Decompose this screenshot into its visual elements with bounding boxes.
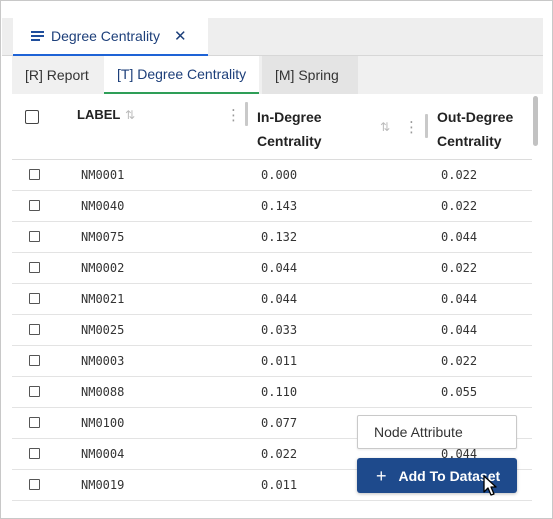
document-tab[interactable]: Degree Centrality ✕ [13,18,208,56]
tab-spring[interactable]: [M] Spring [262,56,358,94]
cell-in-degree: 0.033 [261,323,298,337]
cell-in-degree: 0.143 [261,199,298,213]
cell-label: NM0002 [81,261,125,275]
table-row[interactable]: NM0040 0.143 0.022 [12,191,532,222]
select-all-checkbox[interactable] [25,110,39,124]
in-degree-header-line2: Centrality [257,133,322,149]
close-icon[interactable]: ✕ [174,27,187,45]
cell-in-degree: 0.000 [261,168,298,182]
table-row[interactable]: NM0002 0.044 0.022 [12,253,532,284]
row-checkbox[interactable] [29,262,40,273]
cell-in-degree: 0.077 [261,416,298,430]
sort-arrows-icon[interactable]: ⇅ [125,108,135,122]
cell-in-degree: 0.022 [261,447,298,461]
cell-label: NM0075 [81,230,125,244]
row-checkbox[interactable] [29,231,40,242]
cell-label: NM0004 [81,447,125,461]
node-attribute-button[interactable]: Node Attribute [357,415,517,449]
cell-in-degree: 0.011 [261,354,298,368]
column-header-out-degree[interactable]: Out-Degree Centrality [437,105,513,153]
cell-in-degree: 0.011 [261,478,298,492]
cell-in-degree: 0.110 [261,385,298,399]
column-header-label[interactable]: LABEL [77,107,120,122]
cell-label: NM0040 [81,199,125,213]
out-degree-header-line2: Centrality [437,133,502,149]
table-row[interactable]: NM0003 0.011 0.022 [12,346,532,377]
row-checkbox[interactable] [29,293,40,304]
in-degree-header-line1: In-Degree [257,109,322,125]
cell-out-degree: 0.044 [441,323,478,337]
table-row[interactable]: NM0021 0.044 0.044 [12,284,532,315]
tab-report[interactable]: [R] Report [12,56,102,94]
row-checkbox[interactable] [29,386,40,397]
document-tab-title: Degree Centrality [51,28,160,44]
cell-out-degree: 0.044 [441,292,478,306]
out-degree-header-line1: Out-Degree [437,109,514,125]
cell-out-degree: 0.044 [441,230,478,244]
table-row[interactable]: NM0001 0.000 0.022 [12,160,532,191]
cell-out-degree: 0.055 [441,385,478,399]
cell-in-degree: 0.132 [261,230,298,244]
row-checkbox[interactable] [29,355,40,366]
cell-in-degree: 0.044 [261,292,298,306]
mouse-cursor-icon [483,475,497,496]
document-tab-bar: Degree Centrality ✕ [2,18,543,56]
cell-out-degree: 0.022 [441,199,478,213]
table-row[interactable]: NM0075 0.132 0.044 [12,222,532,253]
table-row[interactable]: NM0088 0.110 0.055 [12,377,532,408]
row-checkbox[interactable] [29,448,40,459]
menu-lines-icon [31,31,44,41]
sub-tab-bar: [R] Report [T] Degree Centrality [M] Spr… [12,56,543,94]
window: Degree Centrality ✕ [R] Report [T] Degre… [0,0,553,519]
cell-label: NM0021 [81,292,125,306]
row-checkbox[interactable] [29,324,40,335]
column-resize-handle[interactable] [425,114,428,138]
cell-out-degree: 0.022 [441,354,478,368]
row-checkbox[interactable] [29,200,40,211]
cell-label: NM0088 [81,385,125,399]
table-row[interactable]: NM0025 0.033 0.044 [12,315,532,346]
node-attribute-label: Node Attribute [374,424,463,440]
row-checkbox[interactable] [29,479,40,490]
kebab-icon[interactable]: ⋮ [226,108,241,123]
cell-out-degree: 0.022 [441,261,478,275]
column-header-in-degree[interactable]: In-Degree Centrality [257,105,322,153]
row-checkbox[interactable] [29,169,40,180]
column-resize-handle[interactable] [245,102,248,126]
cell-label: NM0025 [81,323,125,337]
cell-label: NM0001 [81,168,125,182]
tab-degree-centrality-label: [T] Degree Centrality [117,66,247,82]
cell-label: NM0003 [81,354,125,368]
cell-label: NM0100 [81,416,125,430]
tab-spring-label: [M] Spring [275,67,339,83]
plus-icon: + [376,465,387,486]
tab-report-label: [R] Report [25,67,89,83]
cell-in-degree: 0.044 [261,261,298,275]
vertical-scrollbar[interactable] [533,96,538,146]
tab-degree-centrality[interactable]: [T] Degree Centrality [104,56,260,94]
cell-label: NM0019 [81,478,125,492]
kebab-icon[interactable]: ⋮ [404,120,419,135]
cell-out-degree: 0.022 [441,168,478,182]
table-header: LABEL ⇅ ⋮ In-Degree Centrality ⇅ ⋮ Out-D… [12,94,532,160]
row-checkbox[interactable] [29,417,40,428]
sort-arrows-icon[interactable]: ⇅ [380,120,390,134]
